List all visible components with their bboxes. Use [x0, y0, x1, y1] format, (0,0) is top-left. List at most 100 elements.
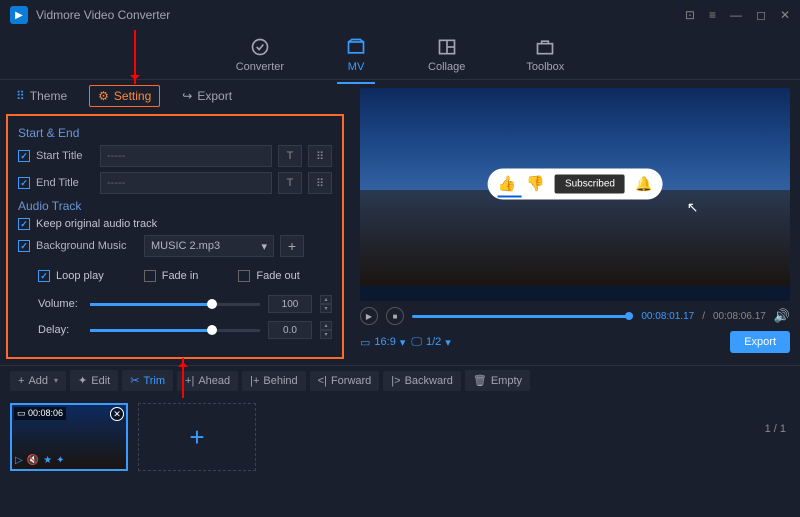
- scale-select[interactable]: 🖵1/2▾: [411, 336, 450, 349]
- start-title-input[interactable]: -----: [100, 145, 272, 167]
- start-title-style-button[interactable]: ⠿: [308, 145, 332, 167]
- ahead-icon: +|: [185, 375, 194, 387]
- empty-button[interactable]: 🗑Empty: [465, 370, 530, 391]
- section-start-end: Start & End: [18, 126, 332, 140]
- bg-music-label: Background Music: [36, 240, 138, 252]
- delay-label: Delay:: [38, 324, 82, 336]
- gear-icon: ⚙: [98, 89, 109, 103]
- sub-tab-theme[interactable]: ⠿Theme: [10, 85, 73, 107]
- thumb-up-icon: 👍: [498, 175, 517, 193]
- thumb-down-icon: 👎: [526, 175, 545, 193]
- add-button[interactable]: +Add▾: [10, 371, 66, 391]
- page-indicator: 1 / 1: [765, 423, 786, 435]
- feedback-icon[interactable]: ⊡: [685, 8, 695, 22]
- minimize-icon[interactable]: —: [730, 8, 742, 22]
- behind-button[interactable]: |+Behind: [242, 371, 306, 391]
- preview-area: 👍 👎 Subscribed 🔔 ↖: [360, 88, 790, 301]
- youtube-overlay: 👍 👎 Subscribed 🔔: [488, 168, 663, 199]
- bg-music-checkbox[interactable]: [18, 240, 30, 252]
- play-button[interactable]: ▶: [360, 307, 378, 325]
- current-time: 00:08:01.17: [641, 311, 694, 322]
- wand-icon: ✦: [78, 374, 87, 387]
- tab-toolbox[interactable]: Toolbox: [518, 33, 572, 77]
- subscribed-badge: Subscribed: [555, 174, 625, 193]
- sub-tab-export[interactable]: ↪Export: [176, 85, 238, 107]
- end-title-style-button[interactable]: ⠿: [308, 172, 332, 194]
- scissors-icon: ✂: [130, 374, 139, 387]
- end-title-font-button[interactable]: T: [278, 172, 302, 194]
- fade-out-checkbox[interactable]: [238, 270, 250, 282]
- add-clip-button[interactable]: +: [138, 403, 256, 471]
- add-music-button[interactable]: +: [280, 235, 304, 257]
- ahead-button[interactable]: +|Ahead: [177, 371, 238, 391]
- start-title-label: Start Title: [36, 150, 94, 162]
- volume-icon[interactable]: 🔊: [774, 308, 790, 324]
- start-title-font-button[interactable]: T: [278, 145, 302, 167]
- end-title-label: End Title: [36, 177, 94, 189]
- bg-music-select[interactable]: MUSIC 2.mp3 ▾: [144, 235, 274, 257]
- edit-button[interactable]: ✦Edit: [70, 370, 118, 391]
- keep-audio-label: Keep original audio track: [36, 218, 157, 230]
- delay-value[interactable]: 0.0: [268, 321, 312, 339]
- delay-slider[interactable]: [90, 329, 260, 332]
- sub-tabs: ⠿Theme ⚙Setting ↪Export: [0, 80, 350, 112]
- window-controls: ⊡ ≡ — ◻ ✕: [685, 8, 790, 22]
- volume-stepper[interactable]: ▴▾: [320, 295, 332, 313]
- backward-button[interactable]: |>Backward: [383, 371, 461, 391]
- settings-panel: Start & End Start Title ----- T ⠿ End Ti…: [6, 114, 344, 359]
- keep-audio-checkbox[interactable]: [18, 218, 30, 230]
- playback-controls: ▶ ■ 00:08:01.17/00:08:06.17 🔊: [360, 307, 790, 325]
- end-title-checkbox[interactable]: [18, 177, 30, 189]
- mute-icon: 🔇: [27, 455, 39, 466]
- maximize-icon[interactable]: ◻: [756, 8, 766, 22]
- start-title-checkbox[interactable]: [18, 150, 30, 162]
- timeline-track: ▭ 00:08:06 ✕ ▷ 🔇 ★ ✦ +: [0, 395, 800, 469]
- mv-icon: [345, 37, 367, 57]
- remove-clip-button[interactable]: ✕: [110, 407, 124, 421]
- export-icon: ↪: [182, 89, 192, 103]
- trash-icon: 🗑: [473, 374, 487, 387]
- loop-play-checkbox[interactable]: [38, 270, 50, 282]
- chevron-down-icon: ▾: [445, 336, 451, 349]
- backward-icon: |>: [391, 375, 400, 387]
- collage-icon: [436, 37, 458, 57]
- seek-slider[interactable]: [412, 315, 633, 318]
- aspect-ratio-select[interactable]: ▭16:9▾: [360, 336, 405, 349]
- stop-button[interactable]: ■: [386, 307, 404, 325]
- chevron-down-icon: ▾: [261, 240, 267, 253]
- effect-icon: ✦: [56, 455, 64, 466]
- menu-icon[interactable]: ≡: [709, 8, 716, 22]
- clip-duration: ▭ 00:08:06: [14, 407, 66, 420]
- tab-collage[interactable]: Collage: [420, 33, 473, 77]
- close-icon[interactable]: ✕: [780, 8, 790, 22]
- volume-label: Volume:: [38, 298, 82, 310]
- trim-button[interactable]: ✂Trim: [122, 370, 173, 391]
- total-time: 00:08:06.17: [713, 311, 766, 322]
- app-logo-icon: ▶: [10, 6, 28, 24]
- delay-stepper[interactable]: ▴▾: [320, 321, 332, 339]
- chevron-down-icon: ▾: [54, 376, 58, 385]
- video-clip[interactable]: ▭ 00:08:06 ✕ ▷ 🔇 ★ ✦: [10, 403, 128, 471]
- monitor-icon: 🖵: [411, 336, 422, 349]
- annotation-arrow-to-setting: [134, 30, 136, 84]
- forward-button[interactable]: <|Forward: [310, 371, 380, 391]
- toolbox-icon: [534, 37, 556, 57]
- chevron-down-icon: ▾: [400, 336, 406, 349]
- tab-mv[interactable]: MV: [337, 33, 375, 77]
- title-bar: ▶ Vidmore Video Converter ⊡ ≡ — ◻ ✕: [0, 0, 800, 30]
- behind-icon: |+: [250, 375, 259, 387]
- star-icon: ★: [43, 455, 52, 466]
- volume-slider[interactable]: [90, 303, 260, 306]
- tab-converter[interactable]: Converter: [228, 33, 292, 77]
- cursor-icon: ↖: [687, 199, 699, 216]
- volume-value[interactable]: 100: [268, 295, 312, 313]
- forward-icon: <|: [318, 375, 327, 387]
- fade-in-checkbox[interactable]: [144, 270, 156, 282]
- bell-icon: 🔔: [635, 175, 652, 192]
- converter-icon: [249, 37, 271, 57]
- end-title-input[interactable]: -----: [100, 172, 272, 194]
- theme-icon: ⠿: [16, 89, 25, 103]
- export-button[interactable]: Export: [730, 331, 790, 353]
- app-title: Vidmore Video Converter: [36, 8, 685, 22]
- sub-tab-setting[interactable]: ⚙Setting: [89, 85, 160, 107]
